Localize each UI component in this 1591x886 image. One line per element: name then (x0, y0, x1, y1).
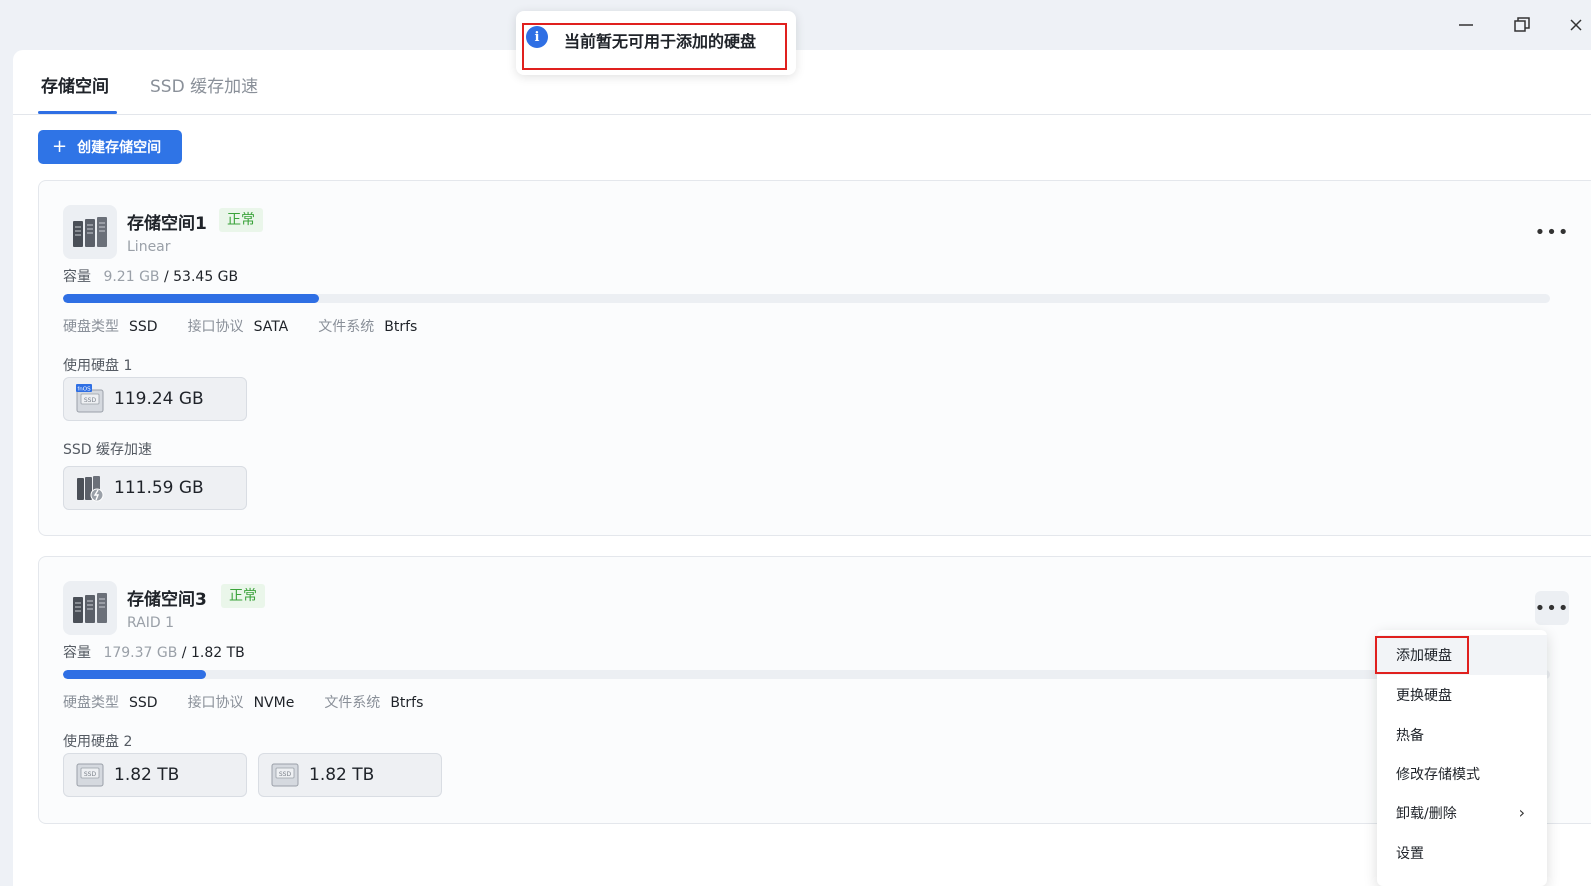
toast-notification: i 当前暂无可用于添加的硬盘 (516, 11, 796, 75)
info-icon: i (526, 26, 548, 48)
capacity-label: 容量 (63, 269, 91, 285)
disk-size: 1.82 TB (114, 765, 180, 785)
pool-title: 存储空间3 (127, 590, 207, 610)
disks-label: 使用硬盘 2 (63, 734, 133, 750)
prop-disk-type: 硬盘类型 SSD (63, 319, 158, 335)
menu-highlight-box (1375, 636, 1469, 674)
capacity-bar-fill (63, 670, 206, 679)
create-storage-label: 创建存储空间 (77, 140, 162, 156)
capacity-bar-fill (63, 294, 319, 303)
disk-size: 119.24 GB (114, 389, 204, 409)
tab-ssd-cache[interactable]: SSD 缓存加速 (150, 72, 258, 97)
menu-item-replace-disk[interactable]: 更换硬盘 (1377, 675, 1547, 715)
svg-text:fnOS: fnOS (77, 387, 91, 393)
disks-label: 使用硬盘 1 (63, 358, 133, 374)
more-icon: ••• (1534, 597, 1570, 619)
more-icon: ••• (1534, 221, 1570, 243)
menu-item-unmount-delete[interactable]: 卸载/删除 › (1377, 793, 1547, 833)
server-rack-icon (63, 205, 117, 259)
capacity-bar (63, 670, 1550, 679)
pool-context-menu: 添加硬盘 更换硬盘 热备 修改存储模式 卸载/删除 › 设置 (1375, 630, 1547, 886)
more-options-button[interactable]: ••• (1535, 591, 1569, 625)
more-options-button[interactable]: ••• (1535, 215, 1569, 249)
server-rack-icon (63, 581, 117, 635)
chevron-right-icon: › (1518, 803, 1525, 822)
svg-text:SSD: SSD (84, 771, 97, 778)
storage-pool-card: 存储空间3 正常 RAID 1 ••• 容量 179.37 GB / 1.82 … (38, 556, 1591, 824)
disk-size: 1.82 TB (309, 765, 375, 785)
cache-chip[interactable]: 111.59 GB (63, 466, 247, 510)
tab-bar: 存储空间 SSD 缓存加速 (13, 50, 1591, 115)
svg-text:SSD: SSD (84, 397, 97, 404)
toast-message: 当前暂无可用于添加的硬盘 (564, 32, 757, 51)
tab-storage-space[interactable]: 存储空间 (41, 72, 109, 97)
svg-text:SSD: SSD (279, 771, 292, 778)
prop-disk-type: 硬盘类型 SSD (63, 695, 158, 711)
pool-title: 存储空间1 (127, 214, 207, 234)
status-badge: 正常 (219, 208, 263, 232)
minimize-icon[interactable] (1451, 10, 1481, 40)
capacity-used: 179.37 GB (103, 645, 178, 661)
pool-properties: 硬盘类型 SSD 接口协议 SATA 文件系统 Btrfs (63, 316, 447, 336)
menu-item-settings[interactable]: 设置 (1377, 833, 1547, 873)
cache-server-icon (77, 476, 104, 502)
ssd-system-icon: SSD fnOS (76, 384, 104, 413)
capacity-total: / 1.82 TB (181, 645, 245, 661)
window-controls (1431, 10, 1591, 40)
capacity-used: 9.21 GB (103, 269, 160, 285)
prop-interface: 接口协议 SATA (187, 319, 289, 335)
cache-size: 111.59 GB (114, 478, 204, 498)
disk-chip[interactable]: SSD fnOS 119.24 GB (63, 377, 247, 421)
disk-chip[interactable]: SSD 1.82 TB (258, 753, 442, 797)
plus-icon: + (52, 136, 68, 157)
close-icon[interactable] (1561, 10, 1591, 40)
ssd-icon: SSD (271, 763, 299, 787)
menu-item-hot-spare[interactable]: 热备 (1377, 715, 1547, 755)
menu-item-change-mode[interactable]: 修改存储模式 (1377, 754, 1547, 794)
cache-label: SSD 缓存加速 (63, 442, 153, 458)
restore-icon[interactable] (1507, 10, 1537, 40)
capacity-row: 容量 9.21 GB / 53.45 GB (63, 266, 238, 286)
status-badge: 正常 (221, 584, 265, 608)
capacity-total: / 53.45 GB (163, 269, 239, 285)
capacity-bar (63, 294, 1550, 303)
pool-mode: Linear (127, 239, 171, 255)
disk-chip[interactable]: SSD 1.82 TB (63, 753, 247, 797)
prop-filesystem: 文件系统 Btrfs (324, 695, 424, 711)
storage-panel: 存储空间 SSD 缓存加速 + 创建存储空间 存储空间1 正常 Linear •… (13, 50, 1591, 886)
prop-interface: 接口协议 NVMe (187, 695, 295, 711)
storage-pool-card: 存储空间1 正常 Linear ••• 容量 9.21 GB / 53.45 G… (38, 180, 1591, 536)
ssd-icon: SSD (76, 763, 104, 787)
prop-filesystem: 文件系统 Btrfs (318, 319, 418, 335)
capacity-label: 容量 (63, 645, 91, 661)
create-storage-button[interactable]: + 创建存储空间 (38, 130, 182, 164)
capacity-row: 容量 179.37 GB / 1.82 TB (63, 642, 245, 662)
pool-mode: RAID 1 (127, 615, 175, 631)
active-tab-indicator (38, 111, 117, 114)
pool-properties: 硬盘类型 SSD 接口协议 NVMe 文件系统 Btrfs (63, 692, 453, 712)
